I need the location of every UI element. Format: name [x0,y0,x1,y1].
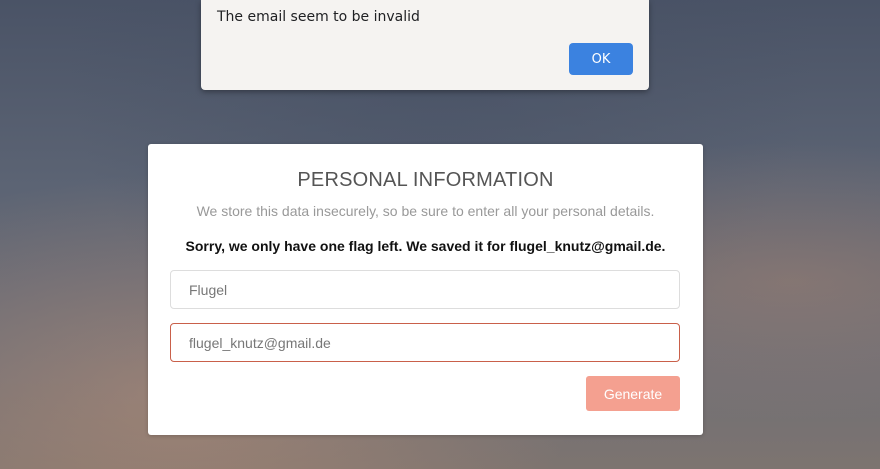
personal-information-card: PERSONAL INFORMATION We store this data … [148,144,703,435]
name-input[interactable] [170,270,680,309]
alert-ok-button[interactable]: OK [569,43,633,75]
card-title: PERSONAL INFORMATION [297,169,554,191]
alert-message: The email seem to be invalid [217,9,420,25]
email-input[interactable] [170,323,680,362]
alert-dialog: The email seem to be invalid OK [201,0,649,90]
generate-button[interactable]: Generate [586,376,680,411]
card-subtitle: We store this data insecurely, so be sur… [196,203,655,219]
flag-notice: Sorry, we only have one flag left. We sa… [185,238,666,254]
